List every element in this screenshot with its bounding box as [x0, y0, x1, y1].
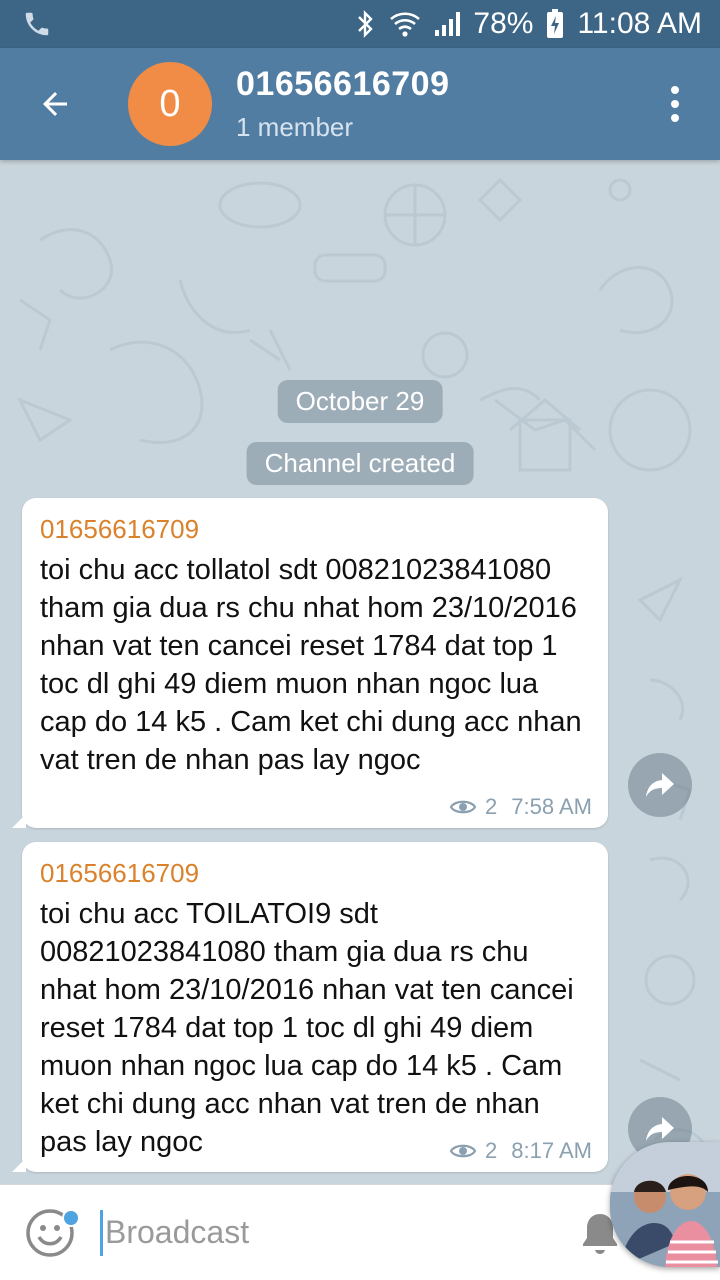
message-bubble[interactable]: 01656616709 toi chu acc tollatol sdt 008…: [12, 498, 608, 828]
phone-icon: [22, 9, 52, 39]
more-options-button[interactable]: [630, 48, 720, 160]
back-button[interactable]: [0, 48, 110, 160]
channel-title: 01656616709: [236, 65, 450, 103]
notification-dot: [62, 1208, 80, 1227]
chat-history[interactable]: October 29 Channel created 01656616709 t…: [0, 160, 720, 1184]
message-meta: 2 7:58 AM: [449, 794, 592, 820]
share-arrow-icon: [646, 1117, 674, 1141]
message-bubble[interactable]: 01656616709 toi chu acc TOILATOI9 sdt 00…: [12, 842, 608, 1172]
message-time: 7:58 AM: [511, 794, 592, 819]
emoji-button[interactable]: [0, 1185, 100, 1280]
date-separator: October 29: [277, 380, 443, 423]
text-cursor: [100, 1209, 103, 1256]
message-input-wrapper[interactable]: [100, 1185, 560, 1280]
wifi-icon: [389, 10, 421, 38]
battery-charging-icon: [545, 8, 565, 40]
message-author: 01656616709: [40, 514, 200, 544]
share-button[interactable]: [628, 753, 692, 817]
share-arrow-icon: [646, 773, 674, 797]
battery-percent: 78%: [473, 7, 534, 40]
more-vertical-icon: [671, 86, 679, 122]
message-author: 01656616709: [40, 858, 200, 888]
message-text: toi chu acc TOILATOI9 sdt 00821023841080…: [40, 898, 574, 1158]
message-meta: 2 8:17 AM: [449, 1138, 592, 1164]
clock: 11:08 AM: [577, 7, 702, 40]
chat-header: 0 01656616709 1 member: [0, 48, 720, 160]
service-message: Channel created: [246, 442, 474, 485]
photo-thumbnail: [610, 1142, 720, 1267]
view-count: 2: [485, 1138, 498, 1163]
arrow-left-icon: [43, 92, 67, 116]
channel-avatar[interactable]: 0: [128, 62, 212, 146]
view-count: 2: [485, 794, 498, 819]
floating-chat-head[interactable]: [610, 1142, 720, 1267]
bluetooth-icon: [353, 9, 377, 39]
broadcast-input[interactable]: [105, 1214, 405, 1251]
eye-icon: [449, 800, 477, 814]
eye-icon: [449, 1144, 477, 1158]
channel-info[interactable]: 01656616709 1 member: [236, 65, 630, 143]
message-time: 8:17 AM: [511, 1138, 592, 1163]
message-text: toi chu acc tollatol sdt 00821023841080 …: [40, 554, 582, 776]
status-bar: 78% 11:08 AM: [0, 0, 720, 48]
member-count: 1 member: [236, 112, 354, 142]
signal-icon: [433, 10, 461, 38]
